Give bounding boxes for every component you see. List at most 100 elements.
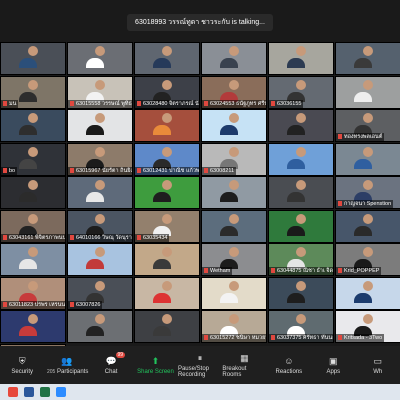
participant-tile[interactable] — [201, 209, 267, 243]
participant-tile[interactable] — [67, 310, 133, 343]
participant-tile[interactable]: 63015558 วรรษณ์ พูทิธรถ — [67, 75, 133, 109]
participant-tile[interactable] — [67, 243, 133, 276]
muted-mic-icon — [271, 335, 275, 341]
participant-tile[interactable] — [134, 109, 200, 142]
participant-tile[interactable]: 63011823 ปรพร เหรนนาม — [0, 276, 66, 310]
participant-tile[interactable]: 63028480 จิตราภรณ์ นักบุญ — [134, 75, 200, 109]
participant-name: bo — [1, 166, 18, 175]
participant-tile[interactable] — [0, 310, 66, 343]
excel-icon[interactable] — [40, 387, 50, 397]
participant-video — [86, 314, 110, 336]
participant-body — [19, 259, 37, 269]
chat-icon: 💬 99 — [105, 351, 126, 366]
participant-tile[interactable] — [67, 176, 133, 209]
participant-tile[interactable] — [0, 176, 66, 209]
participant-tile[interactable] — [201, 176, 267, 209]
toolbar-label: Reactions — [276, 369, 303, 375]
apps-button[interactable]: ▣ Apps — [311, 356, 355, 375]
chrome-icon[interactable] — [8, 387, 18, 397]
participant-tile[interactable]: 63015272 ชนิษา หมวยหงา คนโต — [201, 310, 267, 343]
participant-video — [287, 314, 311, 336]
participant-tile[interactable]: Wetham — [201, 243, 267, 276]
toolbar-label: Pause/Stop Recording — [178, 366, 222, 378]
participant-head — [229, 46, 239, 56]
zoom-icon[interactable] — [56, 387, 66, 397]
participant-tile[interactable] — [335, 75, 400, 109]
chat-unread-badge: 99 — [115, 351, 126, 358]
reactions-button[interactable]: ☺ Reactions — [267, 356, 311, 375]
participant-tile[interactable] — [0, 243, 66, 276]
participant-tile[interactable]: 63044875 ณิชา ธำเ จิดาภรณ — [268, 243, 334, 276]
chat-button[interactable]: 💬 99 Chat — [89, 351, 133, 375]
participant-head — [28, 314, 38, 324]
participant-head — [162, 113, 172, 123]
pause-stop-recording-button[interactable]: ⏸ Pause/Stop Recording — [178, 353, 222, 378]
participant-head — [95, 46, 105, 56]
participant-tile[interactable] — [134, 176, 200, 209]
participant-tile[interactable] — [268, 42, 334, 75]
participant-body — [19, 192, 37, 202]
participant-tile[interactable]: Krid_POPPEP — [335, 243, 400, 276]
participant-tile[interactable] — [268, 142, 334, 176]
participant-tile[interactable]: 63007826 — [67, 276, 133, 310]
participant-body — [86, 192, 104, 202]
security-button[interactable]: ⛨ Security — [0, 356, 44, 375]
participant-tile[interactable]: 63043161 พิจิตรภาพนนาพลัก — [0, 209, 66, 243]
participant-name: Kritsada - 3Two — [336, 334, 385, 342]
participant-tile[interactable] — [268, 209, 334, 243]
participant-tile[interactable]: 63008211 — [201, 142, 267, 176]
toolbar-label: Security — [11, 369, 33, 375]
participant-tile[interactable]: Kritsada - 3Two — [335, 310, 400, 343]
participant-tile[interactable] — [201, 109, 267, 142]
participant-tile[interactable]: 63036155 — [268, 75, 334, 109]
participant-head — [28, 79, 38, 90]
participant-name-text: 63035434 — [143, 234, 168, 241]
participant-tile[interactable] — [335, 209, 400, 243]
active-speaker-text: 63018993 วรรณ์ทูดา ชาวระกับ is talking..… — [127, 13, 273, 31]
participant-video — [19, 146, 43, 169]
participant-tile[interactable]: 63015967 นัยรัตา ถิ่นยิ่งเกริ่ง — [67, 142, 133, 176]
participant-head — [28, 113, 38, 123]
participant-tile[interactable] — [335, 276, 400, 310]
word-icon[interactable] — [24, 387, 34, 397]
participant-head — [95, 113, 105, 123]
participant-head — [95, 280, 105, 291]
participant-tile[interactable] — [0, 109, 66, 142]
participant-tile[interactable] — [268, 109, 334, 142]
participant-tile[interactable] — [268, 176, 334, 209]
participant-tile[interactable] — [134, 42, 200, 75]
participant-head — [296, 79, 306, 90]
participant-name: Krid_POPPEP — [336, 267, 382, 275]
participant-tile[interactable] — [268, 276, 334, 310]
wh-button[interactable]: ▭ Wh — [356, 356, 400, 375]
participant-name: มน — [1, 99, 19, 108]
participant-tile[interactable] — [67, 42, 133, 75]
muted-mic-icon — [70, 234, 74, 240]
participant-tile[interactable] — [0, 42, 66, 75]
participant-tile[interactable]: 64010166 วิษณุ วัดนุรา — [67, 209, 133, 243]
toolbar-label: Breakout Rooms — [222, 366, 266, 378]
participant-tile[interactable] — [201, 276, 267, 310]
participant-tile[interactable]: 63012431 ปาณิช แก้วพงษา — [134, 142, 200, 176]
participant-tile[interactable] — [67, 109, 133, 142]
share-screen-button[interactable]: ⬆ Share Screen — [134, 356, 178, 375]
participant-tile[interactable] — [335, 42, 400, 75]
participant-tile[interactable]: bo — [0, 142, 66, 176]
participant-tile[interactable] — [134, 276, 200, 310]
participant-video — [354, 180, 378, 202]
participant-tile[interactable] — [134, 243, 200, 276]
participant-tile[interactable]: 63037375 ศรัทธา ทันนกทรัพย์ — [268, 310, 334, 343]
participant-name-text: 64010166 วิษณุ วัดนุรา — [76, 234, 132, 241]
participant-tile[interactable] — [201, 42, 267, 75]
participant-head — [162, 280, 172, 291]
participant-tile[interactable]: มน — [0, 75, 66, 109]
participant-tile[interactable] — [134, 310, 200, 343]
participant-tile[interactable]: ทองทรงพลเอนต์ — [335, 109, 400, 142]
participant-video — [287, 247, 311, 269]
participant-tile[interactable]: กาญจนา Spenstion — [335, 176, 400, 209]
participant-tile[interactable]: 63024553 ธนัฐภูทร ศรีนักย์ — [201, 75, 267, 109]
breakout-rooms-button[interactable]: ▦ Breakout Rooms — [222, 353, 266, 378]
participants-button[interactable]: 👥 205 Participants — [45, 356, 89, 375]
participant-tile[interactable]: 63035434 — [134, 209, 200, 243]
participant-tile[interactable] — [335, 142, 400, 176]
